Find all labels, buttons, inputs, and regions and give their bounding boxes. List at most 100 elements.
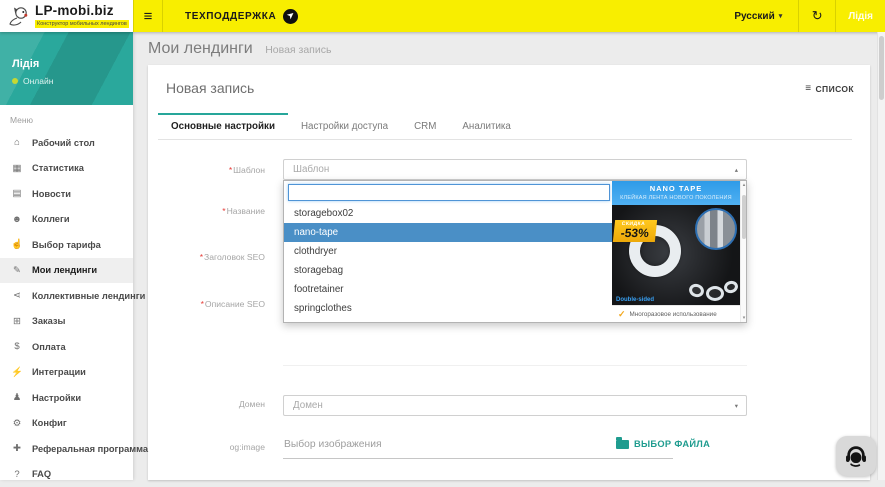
cart-icon: ⊞ — [10, 316, 24, 327]
new-record-panel: Новая запись ≡ СПИСОК Основные настройки… — [148, 65, 870, 480]
sidebar: Лідія Онлайн Меню ⌂Рабочий стол ▦Статист… — [0, 32, 133, 480]
dropdown-option[interactable]: storagebox02 — [284, 204, 614, 223]
people-icon: ☻ — [10, 214, 24, 225]
label-template: *Шаблон — [148, 165, 265, 175]
tab-main-settings[interactable]: Основные настройки — [158, 113, 288, 139]
hand-icon: ☝ — [10, 239, 24, 250]
template-select[interactable]: Шаблон ▴ — [283, 159, 747, 180]
sidebar-item-orders[interactable]: ⊞Заказы — [0, 309, 133, 335]
main-content: Мои лендинги Новая запись Новая запись ≡… — [133, 32, 877, 480]
sidebar-item-desktop[interactable]: ⌂Рабочий стол — [0, 130, 133, 156]
sidebar-item-tariff[interactable]: ☝Выбор тарифа — [0, 232, 133, 258]
language-select[interactable]: Русский ▾ — [718, 0, 798, 32]
menu-section-label: Меню — [10, 115, 133, 125]
page-title: Мои лендинги — [148, 40, 253, 57]
dropdown-search-input[interactable] — [288, 184, 610, 201]
sidebar-item-news[interactable]: ▤Новости — [0, 181, 133, 207]
preview-image: СКИДКА -53% Double-sided — [612, 205, 740, 305]
og-image-input[interactable] — [283, 435, 673, 459]
dropdown-option[interactable]: clothdryer — [284, 242, 614, 261]
sidebar-item-my-landings[interactable]: ✎Мои лендинги — [0, 258, 133, 284]
person-icon: ♟ — [10, 392, 24, 403]
gear-icon: ⚙ — [10, 418, 24, 429]
list-button[interactable]: ≡ СПИСОК — [805, 83, 854, 94]
chevron-down-icon: ▾ — [735, 402, 738, 410]
domain-select[interactable]: Домен ▾ — [283, 395, 747, 416]
chart-icon: ▦ — [10, 163, 24, 174]
page-scrollbar[interactable] — [877, 32, 885, 480]
news-icon: ▤ — [10, 188, 24, 199]
scrollbar-thumb[interactable] — [742, 195, 746, 239]
tab-access-settings[interactable]: Настройки доступа — [288, 113, 401, 139]
pencil-icon: ✎ — [10, 265, 24, 276]
person-plus-icon: ✚ — [10, 443, 24, 454]
plug-icon: ⚡ — [10, 367, 24, 378]
label-seo-title: *Заголовок SEO — [148, 252, 265, 262]
panel-title: Новая запись — [166, 80, 254, 96]
dropdown-option[interactable]: springclothes — [284, 299, 614, 318]
sidebar-item-config[interactable]: ⚙Конфиг — [0, 411, 133, 437]
breadcrumb: Мои лендинги Новая запись — [133, 32, 877, 58]
hamburger-icon[interactable]: ≡ — [133, 0, 163, 32]
label-name: *Название — [148, 206, 265, 216]
dropdown-option[interactable]: storagebag — [284, 261, 614, 280]
inset-photo-circle — [695, 208, 737, 250]
support-link[interactable]: ТЕХПОДДЕРЖКА ➤ — [185, 0, 298, 32]
headset-icon — [843, 443, 869, 469]
sidebar-item-statistics[interactable]: ▦Статистика — [0, 156, 133, 182]
chevron-up-icon: ▴ — [735, 166, 738, 174]
discount-badge: СКИДКА -53% — [613, 220, 657, 242]
online-status-label: Онлайн — [23, 76, 53, 86]
question-icon: ? — [10, 469, 24, 480]
preview-feature-row: ✓ Многоразовое использование — [612, 305, 740, 322]
support-widget-button[interactable] — [836, 436, 876, 476]
check-icon: ✓ — [618, 309, 626, 320]
label-seo-description: *Описание SEO — [148, 299, 265, 309]
preview-subtitle: КЛЕЙКАЯ ЛЕНТА НОВОГО ПОКОЛЕНИЯ — [614, 195, 738, 201]
sidebar-item-payment[interactable]: $Оплата — [0, 334, 133, 360]
tab-crm[interactable]: CRM — [401, 113, 449, 139]
dollar-icon: $ — [10, 341, 24, 352]
sidebar-item-integrations[interactable]: ⚡Интеграции — [0, 360, 133, 386]
preview-header: NANO TAPE КЛЕЙКАЯ ЛЕНТА НОВОГО ПОКОЛЕНИЯ — [612, 181, 740, 205]
dropdown-scrollbar[interactable]: ▴ ▾ — [740, 181, 746, 322]
page-scrollbar-thumb[interactable] — [879, 36, 884, 100]
sidebar-item-settings[interactable]: ♟Настройки — [0, 385, 133, 411]
scroll-down-icon[interactable]: ▾ — [741, 315, 747, 321]
scroll-up-icon[interactable]: ▴ — [741, 182, 747, 188]
breadcrumb-sub: Новая запись — [265, 44, 331, 56]
list-icon: ≡ — [805, 83, 811, 94]
dropdown-option-selected[interactable]: nano-tape — [284, 223, 614, 242]
preview-link: Double-sided — [616, 297, 654, 303]
sidebar-item-referral[interactable]: ✚Реферальная программа — [0, 436, 133, 462]
label-domain: Домен — [148, 399, 265, 409]
share-icon: ⋖ — [10, 290, 24, 301]
desktop-icon: ⌂ — [10, 137, 24, 148]
refresh-icon[interactable]: ↻ — [798, 0, 836, 32]
tab-bar: Основные настройки Настройки доступа CRM… — [158, 113, 852, 140]
tab-analytics[interactable]: Аналитика — [449, 113, 524, 139]
telegram-icon: ➤ — [283, 9, 298, 24]
chevron-down-icon: ▾ — [779, 12, 783, 20]
sidebar-username: Лідія — [12, 58, 39, 70]
dog-logo-icon — [7, 6, 31, 26]
choose-file-button[interactable]: ВЫБОР ФАЙЛА — [616, 439, 710, 449]
form-divider — [283, 365, 747, 366]
language-label: Русский — [734, 11, 774, 22]
template-preview-card: NANO TAPE КЛЕЙКАЯ ЛЕНТА НОВОГО ПОКОЛЕНИЯ… — [612, 181, 740, 322]
sidebar-item-faq[interactable]: ?FAQ — [0, 462, 133, 487]
logo-tagline: Конструктор мобильных лендингов — [35, 20, 129, 28]
topbar-username[interactable]: Лідія — [836, 0, 885, 32]
sidebar-user-panel: Лідія Онлайн — [0, 32, 133, 105]
preview-title: NANO TAPE — [614, 184, 738, 193]
topbar: LP-mobi.biz Конструктор мобильных лендин… — [0, 0, 885, 32]
template-dropdown: storagebox02 nano-tape clothdryer storag… — [283, 180, 747, 323]
logo-title: LP-mobi.biz — [35, 4, 129, 18]
dropdown-option[interactable]: footretainer — [284, 280, 614, 299]
sidebar-item-collective-landings[interactable]: ⋖Коллективные лендинги — [0, 283, 133, 309]
online-status-dot — [12, 78, 18, 84]
sidebar-item-colleagues[interactable]: ☻Коллеги — [0, 207, 133, 233]
logo[interactable]: LP-mobi.biz Конструктор мобильных лендин… — [0, 0, 133, 32]
folder-icon — [616, 440, 629, 449]
label-og-image: og:image — [148, 442, 265, 452]
